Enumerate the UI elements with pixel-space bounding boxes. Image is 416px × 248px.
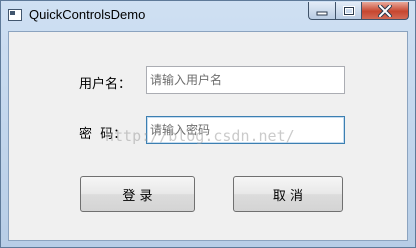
minimize-button[interactable] [308, 2, 335, 20]
password-label: 密 码： [79, 127, 127, 142]
minimize-icon [316, 11, 328, 15]
close-button[interactable] [362, 2, 409, 20]
login-button[interactable]: 登 录 [80, 176, 195, 212]
cancel-button[interactable]: 取 消 [233, 176, 343, 212]
title-bar[interactable]: QuickControlsDemo [1, 1, 415, 31]
window-title: QuickControlsDemo [29, 7, 146, 22]
maximize-icon [342, 5, 355, 16]
username-label: 用户名： [79, 77, 132, 92]
app-window-icon[interactable] [8, 9, 22, 21]
password-input[interactable] [146, 116, 345, 144]
app-window: QuickControlsDemo 用户名： 密 码： http://blog.… [0, 0, 416, 248]
username-input[interactable] [146, 66, 345, 94]
maximize-button[interactable] [335, 2, 362, 20]
close-icon [378, 4, 392, 17]
